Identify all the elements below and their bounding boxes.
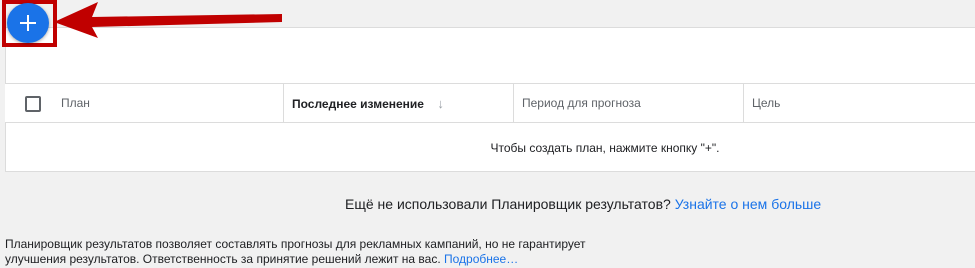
column-header-plan[interactable]: План — [53, 84, 283, 123]
disclaimer-line-1: Планировщик результатов позволяет состав… — [5, 237, 586, 251]
plus-icon — [20, 15, 36, 31]
select-all-checkbox[interactable] — [25, 96, 41, 112]
column-plan-label: План — [61, 96, 90, 110]
column-goal-label: Цель — [752, 96, 781, 110]
empty-state-message: Чтобы создать план, нажмите кнопку "+". — [490, 141, 720, 155]
column-header-goal[interactable]: Цель — [743, 84, 975, 123]
promo-learn-more-link[interactable]: Узнайте о нем больше — [675, 196, 821, 212]
column-last-modified-label: Последнее изменение — [292, 97, 424, 111]
disclaimer-more-link[interactable]: Подробнее… — [444, 252, 518, 266]
column-forecast-period-label: Период для прогноза — [522, 96, 641, 110]
column-header-forecast-period[interactable]: Период для прогноза — [513, 84, 743, 123]
add-plan-button[interactable] — [7, 3, 49, 43]
column-header-last-modified[interactable]: Последнее изменение ↓ — [283, 84, 513, 123]
disclaimer-line-2: улучшения результатов. Ответственность з… — [5, 252, 625, 267]
annotation-arrow-icon — [54, 2, 282, 38]
disclaimer: Планировщик результатов позволяет состав… — [5, 237, 625, 267]
arrow-down-icon: ↓ — [437, 96, 444, 111]
promo-line: Ещё не использовали Планировщик результа… — [0, 196, 975, 212]
disclaimer-line-2-text: улучшения результатов. Ответственность з… — [5, 252, 441, 266]
table-header: План Последнее изменение ↓ Период для пр… — [5, 83, 975, 123]
promo-text: Ещё не использовали Планировщик результа… — [345, 196, 671, 212]
